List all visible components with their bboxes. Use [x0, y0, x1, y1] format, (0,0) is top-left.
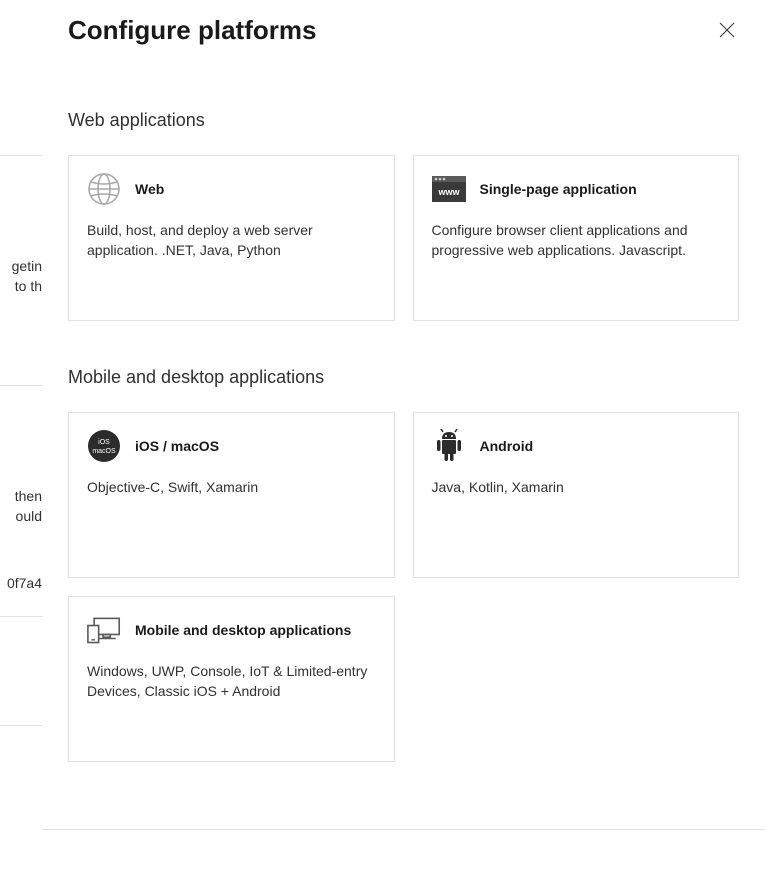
card-description: Windows, UWP, Console, IoT & Limited-ent… [87, 661, 376, 702]
footer-divider [42, 829, 765, 830]
card-description: Build, host, and deploy a web server app… [87, 220, 376, 261]
platform-card-web[interactable]: Web Build, host, and deploy a web server… [68, 155, 395, 321]
card-label: Mobile and desktop applications [135, 621, 351, 639]
panel-title: Configure platforms [68, 15, 316, 46]
card-description: Configure browser client applications an… [432, 220, 721, 261]
platform-card-ios-macos[interactable]: iOS macOS iOS / macOS Objective-C, Swift… [68, 412, 395, 578]
card-label: Web [135, 180, 164, 198]
desktop-mobile-icon [87, 613, 121, 647]
background-page-fragment: getin to th then ould 0f7a4 [0, 0, 42, 880]
card-description: Objective-C, Swift, Xamarin [87, 477, 376, 497]
close-button[interactable] [715, 18, 739, 42]
platform-card-android[interactable]: Android Java, Kotlin, Xamarin [413, 412, 740, 578]
card-label: iOS / macOS [135, 437, 219, 455]
platform-card-mobile-desktop[interactable]: Mobile and desktop applications Windows,… [68, 596, 395, 762]
browser-www-icon: www [432, 172, 466, 206]
platform-card-spa[interactable]: www Single-page application Configure br… [413, 155, 740, 321]
close-icon [719, 22, 735, 38]
section-title-mobile: Mobile and desktop applications [68, 367, 739, 388]
globe-icon [87, 172, 121, 206]
configure-platforms-panel: Configure platforms Web applications [42, 0, 765, 880]
section-title-web: Web applications [68, 110, 739, 131]
android-icon [432, 429, 466, 463]
svg-text:macOS: macOS [92, 448, 116, 455]
card-label: Single-page application [480, 180, 637, 198]
card-label: Android [480, 437, 534, 455]
svg-text:www: www [437, 187, 460, 197]
ios-macos-icon: iOS macOS [87, 429, 121, 463]
card-description: Java, Kotlin, Xamarin [432, 477, 721, 497]
svg-text:iOS: iOS [98, 439, 110, 446]
